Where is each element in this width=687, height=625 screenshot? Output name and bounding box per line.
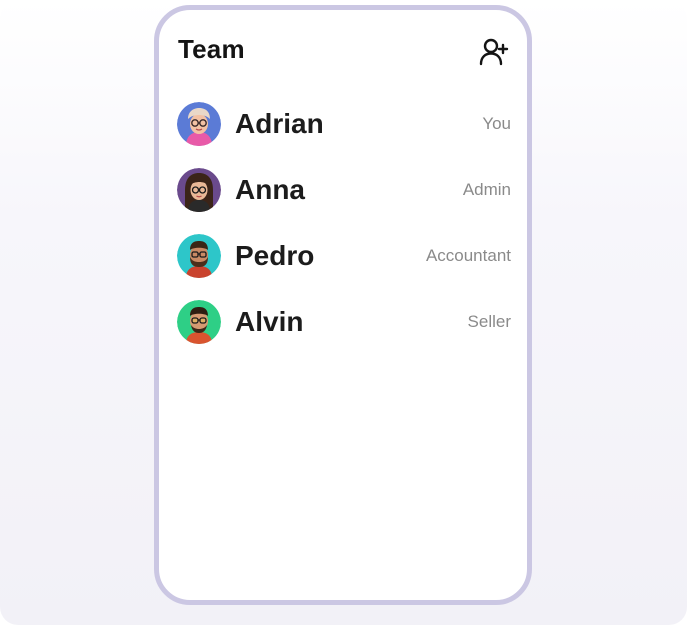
member-name: Pedro <box>235 240 315 271</box>
member-name: Anna <box>235 174 305 205</box>
alvin-avatar-icon <box>177 300 221 344</box>
page-title: Team <box>178 34 245 64</box>
list-item[interactable]: Alvin Seller <box>159 295 527 361</box>
member-name: Adrian <box>235 108 324 139</box>
card-header: Team <box>159 10 527 90</box>
member-list: Adrian You Anna Admin Pedro Accountant A… <box>159 97 527 361</box>
member-role: Seller <box>467 312 511 331</box>
avatar <box>177 168 221 212</box>
avatar <box>177 234 221 278</box>
team-card: Team Adrian You Anna Admin Pedro Account… <box>154 5 532 605</box>
list-item[interactable]: Anna Admin <box>159 163 527 229</box>
member-name: Alvin <box>235 306 304 337</box>
add-member-button[interactable] <box>477 35 511 69</box>
list-item[interactable]: Adrian You <box>159 97 527 163</box>
member-role: Admin <box>462 180 511 199</box>
user-plus-icon <box>479 38 509 66</box>
member-role: Accountant <box>425 246 511 265</box>
avatar <box>177 300 221 344</box>
pedro-avatar-icon <box>177 234 221 278</box>
member-role: You <box>482 114 511 133</box>
list-item[interactable]: Pedro Accountant <box>159 229 527 295</box>
avatar <box>177 102 221 146</box>
adrian-avatar-icon <box>177 102 221 146</box>
anna-avatar-icon <box>177 168 221 212</box>
